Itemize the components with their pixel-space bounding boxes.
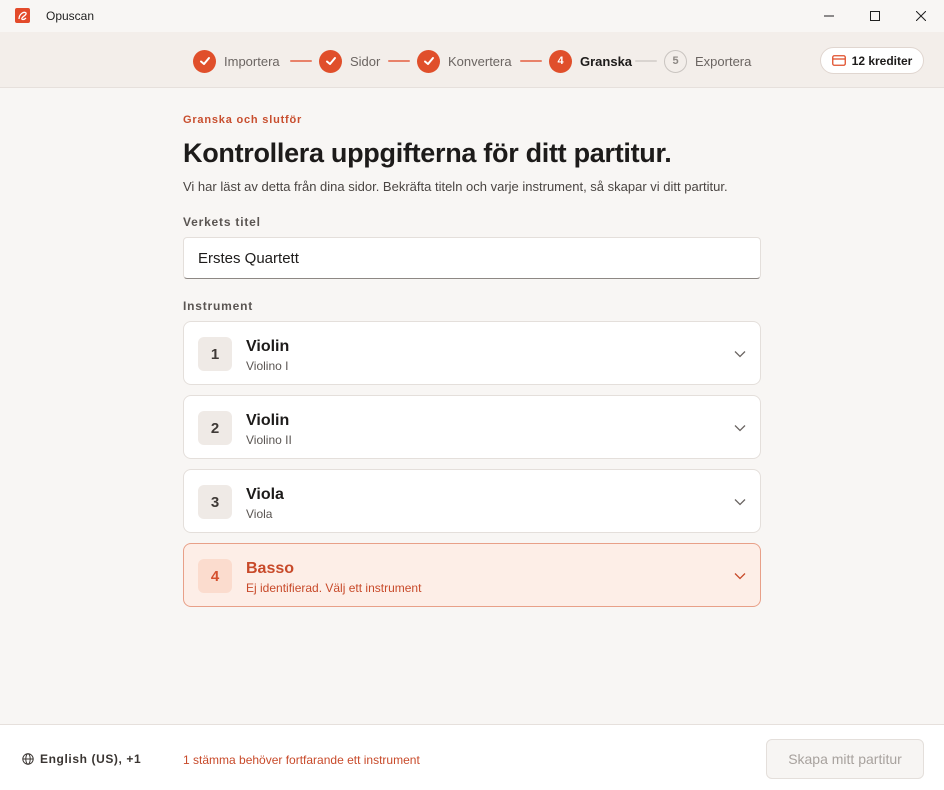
instrument-part-name: Violino II bbox=[246, 433, 292, 447]
check-icon bbox=[417, 49, 440, 73]
section-eyebrow: Granska och slutför bbox=[183, 114, 303, 126]
chevron-down-icon[interactable] bbox=[734, 348, 746, 360]
status-message: 1 stämma behöver fortfarande ett instrum… bbox=[183, 753, 420, 767]
credit-card-icon bbox=[831, 55, 846, 66]
instrument-number: 3 bbox=[198, 485, 232, 519]
instrument-card-unidentified[interactable]: 4 Basso Ej identifierad. Välj ett instru… bbox=[183, 543, 761, 607]
step-exportera[interactable]: 5 Exportera bbox=[664, 49, 751, 73]
step-konvertera[interactable]: Konvertera bbox=[417, 49, 512, 73]
instrument-card[interactable]: 3 Viola Viola bbox=[183, 469, 761, 533]
instrument-part-name: Viola bbox=[246, 507, 273, 521]
credits-button[interactable]: 12 krediter bbox=[820, 47, 924, 74]
minimize-button[interactable] bbox=[806, 0, 852, 32]
step-connector bbox=[388, 60, 410, 62]
step-connector bbox=[520, 60, 542, 62]
step-sidor[interactable]: Sidor bbox=[319, 49, 380, 73]
credits-label: 12 krediter bbox=[851, 53, 913, 68]
step-label: Granska bbox=[580, 53, 633, 69]
instrument-name: Violin bbox=[246, 338, 290, 355]
minimize-icon bbox=[824, 15, 834, 17]
step-connector bbox=[290, 60, 312, 62]
instrument-name: Viola bbox=[246, 486, 284, 503]
step-label: Exportera bbox=[695, 53, 752, 69]
step-label: Importera bbox=[224, 53, 280, 69]
maximize-button[interactable] bbox=[852, 0, 898, 32]
step-label: Konvertera bbox=[448, 53, 512, 69]
step-granska[interactable]: 4 Granska bbox=[549, 49, 632, 73]
instrument-name: Basso bbox=[246, 560, 295, 577]
footer: English (US), +1 1 stämma behöver fortfa… bbox=[0, 724, 944, 790]
instrument-number: 2 bbox=[198, 411, 232, 445]
stepper: Importera Sidor Konvertera 4 Granska 5 E… bbox=[0, 32, 944, 88]
work-title-input[interactable] bbox=[183, 237, 761, 279]
app-title: Opuscan bbox=[46, 9, 95, 23]
step-connector bbox=[635, 60, 657, 62]
page-description: Vi har läst av detta från dina sidor. Be… bbox=[183, 179, 728, 194]
step-number: 4 bbox=[549, 49, 572, 73]
language-selector[interactable]: English (US), +1 bbox=[22, 749, 141, 769]
instrument-name: Violin bbox=[246, 412, 290, 429]
globe-icon bbox=[22, 753, 34, 765]
work-title-label: Verkets titel bbox=[183, 215, 261, 229]
language-label: English (US), +1 bbox=[40, 752, 142, 766]
instrument-card[interactable]: 2 Violin Violino II bbox=[183, 395, 761, 459]
instrument-part-name: Violino I bbox=[246, 359, 289, 373]
instrument-card[interactable]: 1 Violin Violino I bbox=[183, 321, 761, 385]
title-bar: Opuscan bbox=[0, 0, 944, 32]
page-title: Kontrollera uppgifterna för ditt partitu… bbox=[183, 138, 672, 168]
create-score-button[interactable]: Skapa mitt partitur bbox=[766, 739, 924, 779]
close-icon bbox=[916, 11, 926, 21]
app-logo-icon bbox=[15, 8, 30, 23]
instrument-warning: Ej identifierad. Välj ett instrument bbox=[246, 581, 422, 595]
chevron-down-icon[interactable] bbox=[734, 570, 746, 582]
instruments-label: Instrument bbox=[183, 299, 254, 313]
close-button[interactable] bbox=[898, 0, 944, 32]
step-number: 5 bbox=[664, 49, 687, 73]
instrument-number: 1 bbox=[198, 337, 232, 371]
maximize-icon bbox=[870, 11, 880, 21]
check-icon bbox=[319, 49, 342, 73]
check-icon bbox=[193, 49, 216, 73]
chevron-down-icon[interactable] bbox=[734, 496, 746, 508]
step-importera[interactable]: Importera bbox=[193, 49, 280, 73]
step-label: Sidor bbox=[350, 53, 381, 69]
instrument-number: 4 bbox=[198, 559, 232, 593]
chevron-down-icon[interactable] bbox=[734, 422, 746, 434]
